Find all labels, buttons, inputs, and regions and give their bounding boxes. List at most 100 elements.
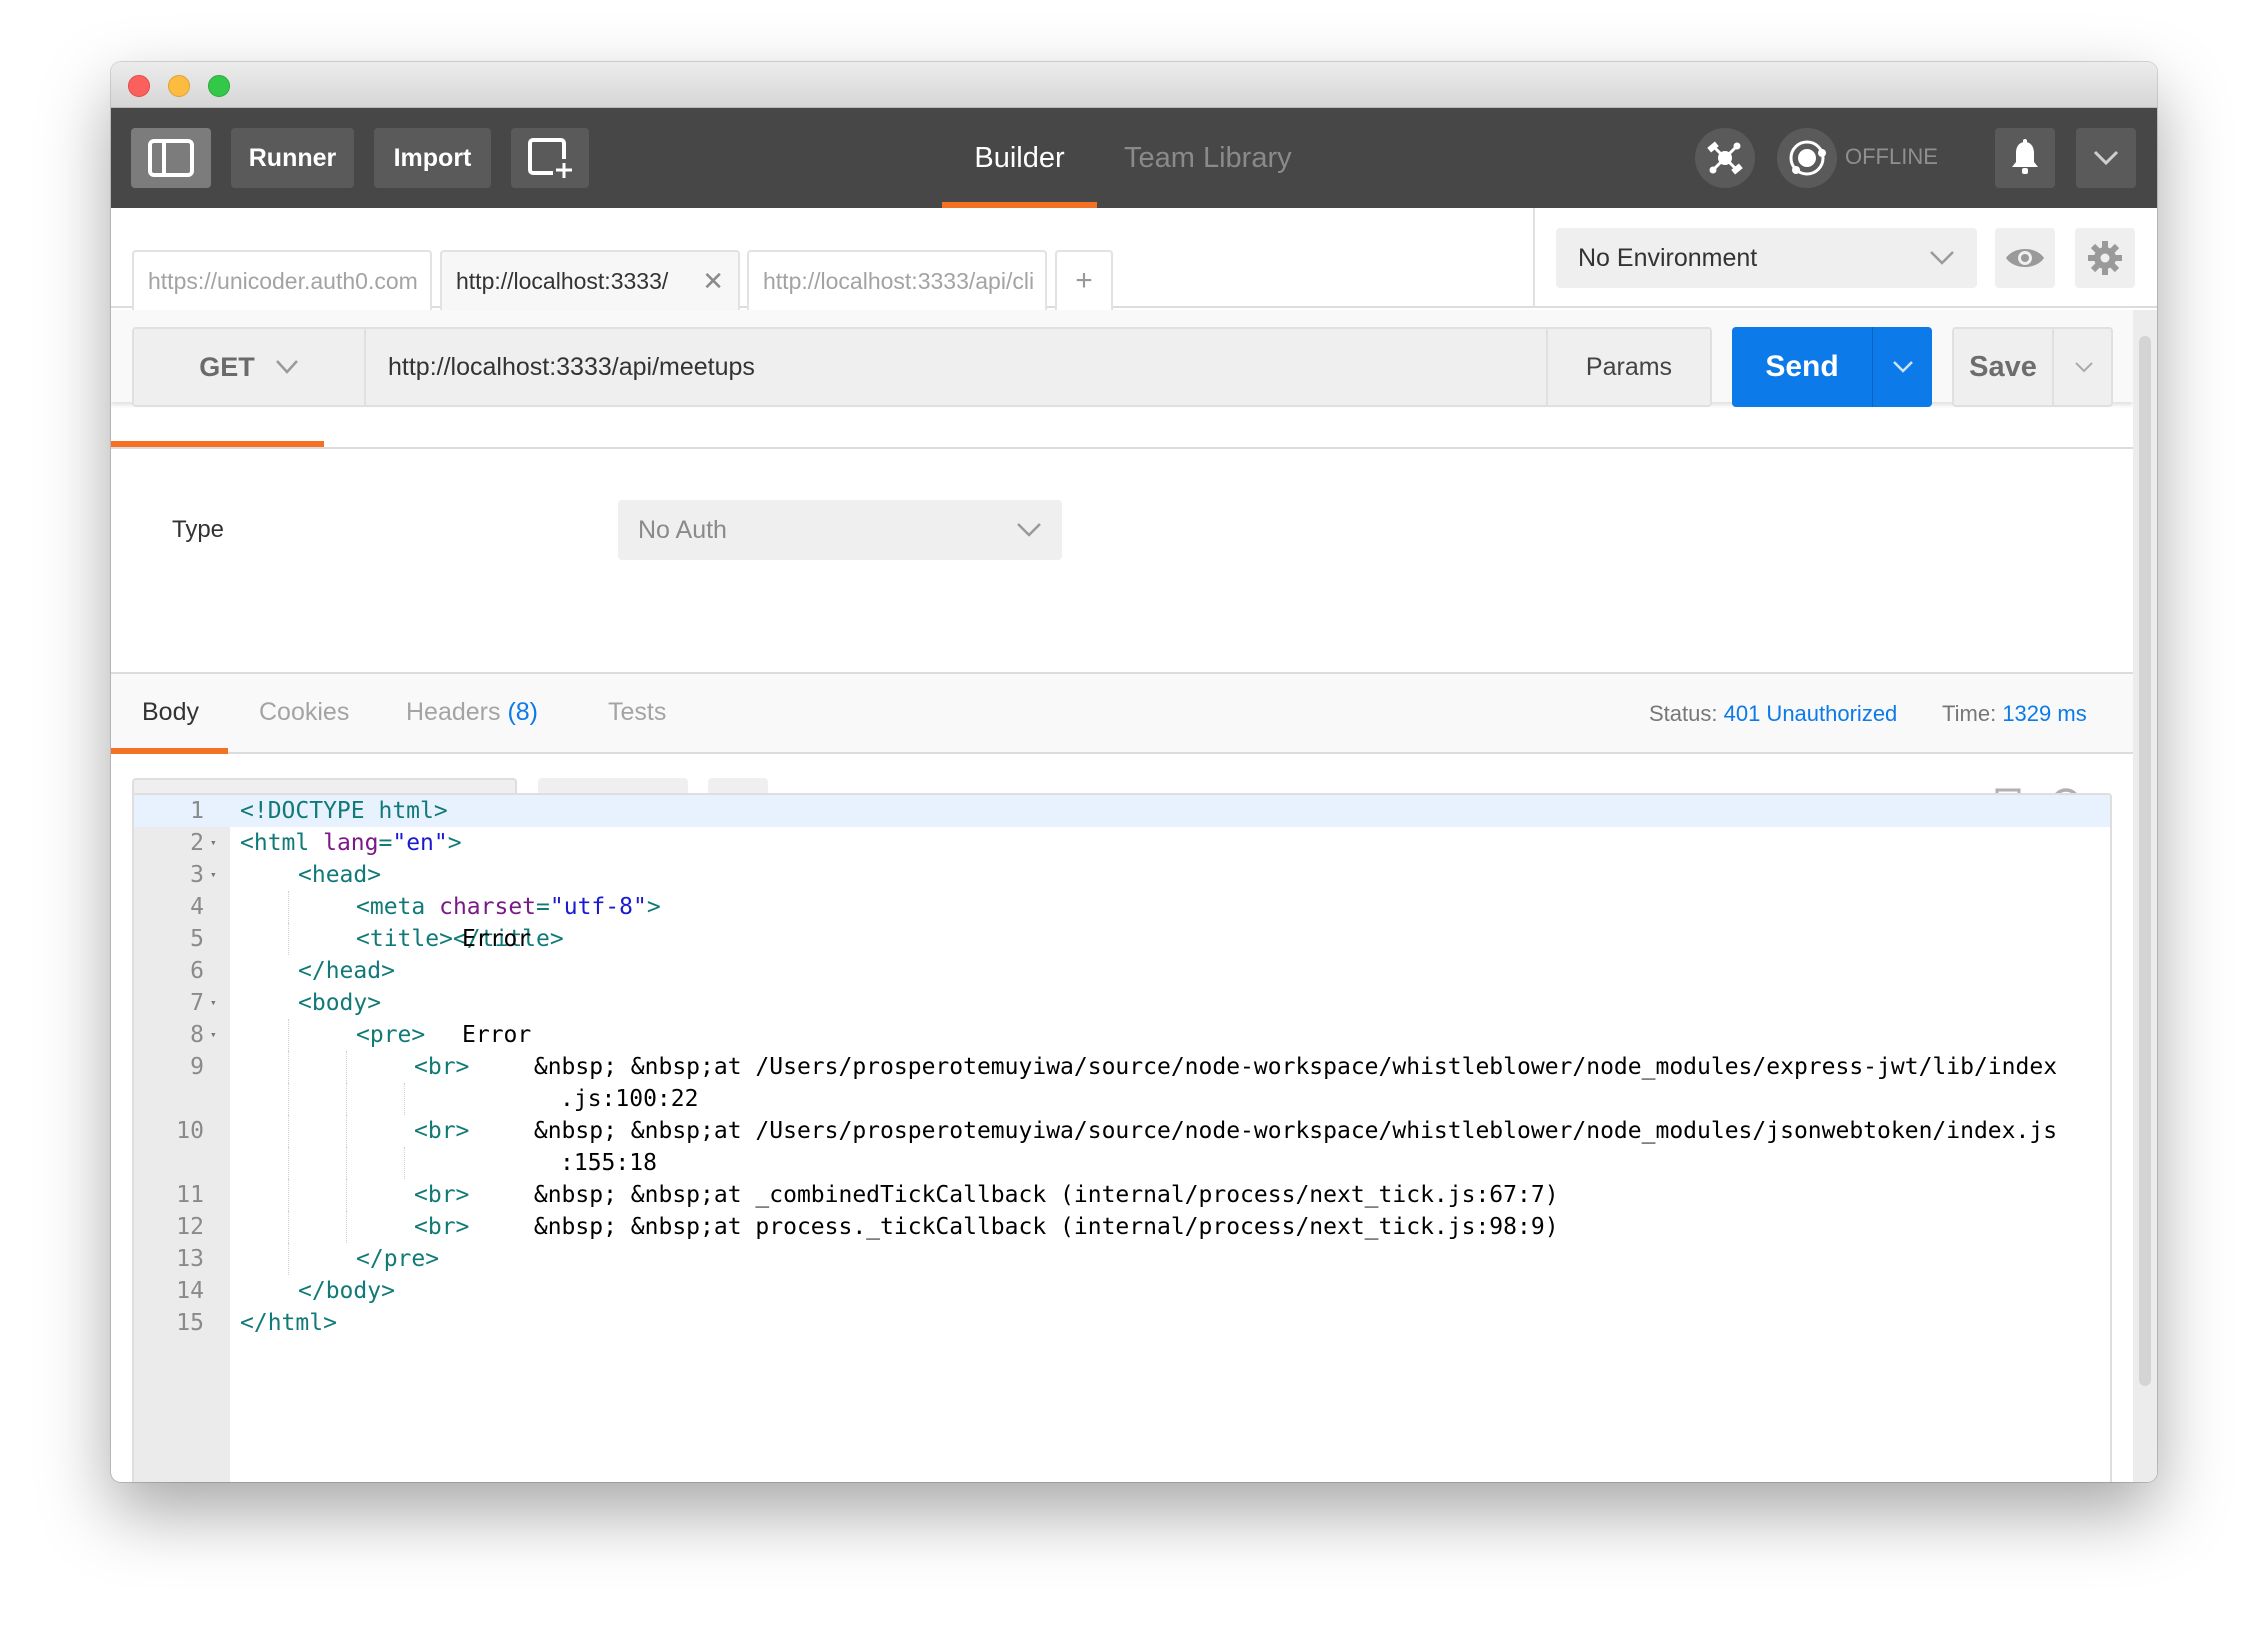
account-menu-button[interactable] [2076,128,2136,188]
fold-arrow-icon[interactable]: ▾ [210,827,217,859]
code-line: :155:18 [134,1147,2110,1179]
new-window-button[interactable] [511,128,589,188]
code-line: 15 </html> [134,1307,2110,1339]
toggle-sidebar-button[interactable] [131,128,211,188]
auth-type-label: Type [172,516,225,543]
code-text: </html> [240,1310,337,1336]
fold-arrow-icon[interactable]: ▾ [210,987,217,1019]
line-number: 2 [190,830,204,856]
indent-guide [346,1083,347,1115]
response-status: Status: 401 Unauthorized [1649,701,1897,727]
close-tab-icon[interactable]: ✕ [702,266,724,297]
indent-guide [346,1211,347,1243]
code-text: <pre> Error [356,1022,532,1048]
new-window-icon [528,138,572,178]
indent-guide [288,1147,289,1179]
save-options-button[interactable] [2052,329,2113,405]
code-line: 13 </pre> [134,1243,2110,1275]
notifications-button[interactable] [1995,128,2055,188]
close-window-button[interactable] [128,75,150,97]
manage-environments-button[interactable] [2075,228,2135,288]
response-tabs-bar: Body Cookies Headers (8) Tests Status: 4… [111,672,2133,754]
interceptor-icon [1707,141,1743,175]
vertical-scrollbar[interactable] [2133,310,2157,1482]
code-text: <body> [298,990,382,1016]
postman-window: Runner Import Builder Team Library OFFLI… [111,62,2157,1482]
code-line: 12 <br> &nbsp; &nbsp;at process._tickCall… [134,1211,2110,1243]
line-number: 10 [176,1118,204,1144]
tab-tests[interactable]: Tests [608,698,666,727]
scrollbar-thumb[interactable] [2139,336,2151,1386]
code-text: <!DOCTYPE html> [240,798,448,824]
chevron-down-icon [275,360,298,374]
chevron-down-icon [1930,251,1954,265]
params-button[interactable]: Params [1546,329,1710,405]
code-line: 8 ▾ <pre> Error [134,1019,2110,1051]
response-body-editor[interactable]: 1 <!DOCTYPE html> 2 ▾ <html lang="en"> 3 ▾ <hea… [132,793,2112,1482]
import-button[interactable]: Import [374,128,491,188]
divider [111,447,2133,449]
environment-quick-look-button[interactable] [1995,228,2055,288]
line-number: 15 [176,1310,204,1336]
send-button[interactable]: Send [1732,327,1872,407]
line-number: 12 [176,1214,204,1240]
bell-icon [2012,139,2038,174]
body-tab-indicator [111,748,228,754]
method-select[interactable]: GET [134,329,366,405]
code-text: </pre> [356,1246,440,1272]
indent-guide [346,1115,347,1147]
code-text: <html lang="en"> [240,830,462,856]
fold-arrow-icon[interactable]: ▾ [210,859,217,891]
line-number: 9 [190,1054,204,1080]
send-button-group: Send [1732,327,1932,407]
status-value: 401 Unauthorized [1723,701,1898,726]
request-tab[interactable]: http://localhost:3333/api/cli [747,250,1047,310]
code-line: 6 </head> [134,955,2110,987]
indent-guide [346,1147,347,1179]
environment-select-value: No Environment [1578,243,1758,272]
tab-headers[interactable]: Headers (8) [406,698,538,727]
indent-guide [288,1083,289,1115]
indent-guide [288,891,289,923]
code-text: <title> Error </title> [356,926,564,952]
new-tab-button[interactable]: + [1055,250,1113,310]
tab-cookies[interactable]: Cookies [259,698,349,727]
request-tab[interactable]: https://unicoder.auth0.com [132,250,432,310]
minimize-window-button[interactable] [168,75,190,97]
line-number: 6 [190,958,204,984]
maximize-window-button[interactable] [208,75,230,97]
time-value: 1329 ms [2002,701,2087,726]
response-time: Time: 1329 ms [1942,701,2087,727]
code-text: <meta charset="utf-8"> [356,894,661,920]
environment-select[interactable]: No Environment [1556,228,1977,288]
title-bar [111,62,2157,108]
line-number: 8 [190,1022,204,1048]
request-tab-active[interactable]: http://localhost:3333/ ✕ [440,250,740,310]
interceptor-button[interactable] [1695,128,1755,188]
code-text: <br> &nbsp; &nbsp;at /Users/prosperotemu… [414,1054,2058,1080]
line-number: 14 [176,1278,204,1304]
fold-arrow-icon[interactable]: ▾ [210,1019,217,1051]
chevron-down-icon [1892,361,1913,373]
request-tab-label: http://localhost:3333/ [456,267,669,294]
indent-guide [346,1179,347,1211]
send-options-button[interactable] [1872,327,1932,407]
status-label: Status: [1649,701,1718,726]
runner-button[interactable]: Runner [231,128,354,188]
save-button[interactable]: Save [1954,329,2052,405]
method-value: GET [199,351,255,382]
auth-type-value: No Auth [638,515,727,544]
code-line: 1 <!DOCTYPE html> [134,795,2110,827]
auth-type-select[interactable]: No Auth [618,500,1062,560]
sync-status-button[interactable] [1777,128,1837,188]
line-number: 13 [176,1246,204,1272]
indent-guide [288,1179,289,1211]
indent-guide [288,1019,289,1051]
tab-body[interactable]: Body [142,698,199,727]
tab-team-library[interactable]: Team Library [1124,108,1292,208]
headers-count-badge: (8) [507,698,539,726]
tab-builder[interactable]: Builder [942,108,1097,208]
line-number: 5 [190,926,204,952]
code-line: 7 ▾ <body> [134,987,2110,1019]
url-input[interactable] [368,329,1548,405]
